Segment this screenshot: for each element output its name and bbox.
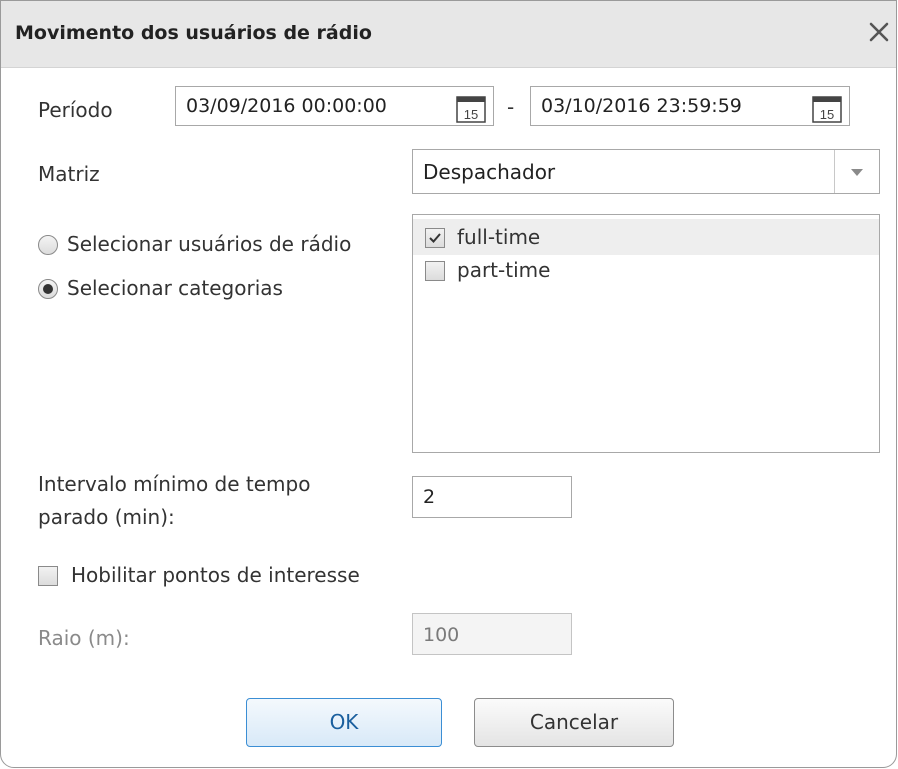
radio-selected-dot (43, 284, 53, 294)
list-item[interactable]: part-time (413, 255, 879, 291)
period-separator: - (507, 95, 515, 119)
min-stop-value: 2 (423, 486, 436, 508)
svg-text:15: 15 (820, 107, 834, 122)
min-stop-label-line2: parado (min): (38, 505, 175, 529)
calendar-icon[interactable]: 15 (455, 92, 487, 124)
close-icon[interactable] (864, 17, 894, 47)
matrix-select[interactable]: Despachador (412, 149, 880, 194)
min-stop-input[interactable]: 2 (412, 476, 572, 518)
category-label: part-time (457, 258, 551, 282)
radio-select-categories[interactable] (38, 279, 58, 299)
matrix-label: Matriz (38, 162, 100, 186)
period-start-field[interactable]: 03/09/2016 00:00:00 15 (175, 86, 494, 126)
poi-label[interactable]: Hobilitar pontos de interesse (71, 563, 360, 587)
categories-list[interactable]: full-time part-time (412, 214, 880, 453)
radio-users-movement-dialog: Movimento dos usuários de rádio Período … (0, 0, 897, 768)
period-end-field[interactable]: 03/10/2016 23:59:59 15 (530, 86, 850, 126)
title-bar: Movimento dos usuários de rádio (1, 1, 896, 68)
period-start-value: 03/09/2016 00:00:00 (186, 95, 387, 117)
radio-select-categories-label[interactable]: Selecionar categorias (67, 276, 283, 300)
matrix-value: Despachador (423, 160, 556, 184)
min-stop-label-line1: Intervalo mínimo de tempo (38, 472, 311, 496)
list-item[interactable]: full-time (413, 219, 879, 255)
calendar-icon[interactable]: 15 (811, 92, 843, 124)
poi-checkbox[interactable] (38, 566, 58, 586)
checkbox-full-time[interactable] (425, 228, 445, 248)
chevron-down-icon (851, 169, 863, 176)
period-end-value: 03/10/2016 23:59:59 (541, 95, 742, 117)
period-label: Período (38, 98, 113, 122)
cancel-button[interactable]: Cancelar (474, 698, 674, 747)
dialog-title: Movimento dos usuários de rádio (15, 22, 372, 44)
radius-value: 100 (423, 624, 460, 646)
checkbox-part-time[interactable] (425, 261, 445, 281)
radius-input[interactable]: 100 (412, 613, 572, 655)
radio-select-users-label[interactable]: Selecionar usuários de rádio (67, 232, 351, 256)
ok-button[interactable]: OK (246, 698, 442, 747)
dropdown-button[interactable] (834, 150, 879, 193)
radius-label: Raio (m): (38, 626, 130, 650)
category-label: full-time (457, 225, 541, 249)
svg-text:15: 15 (464, 107, 478, 122)
check-icon (429, 233, 441, 243)
radio-select-users[interactable] (38, 235, 58, 255)
